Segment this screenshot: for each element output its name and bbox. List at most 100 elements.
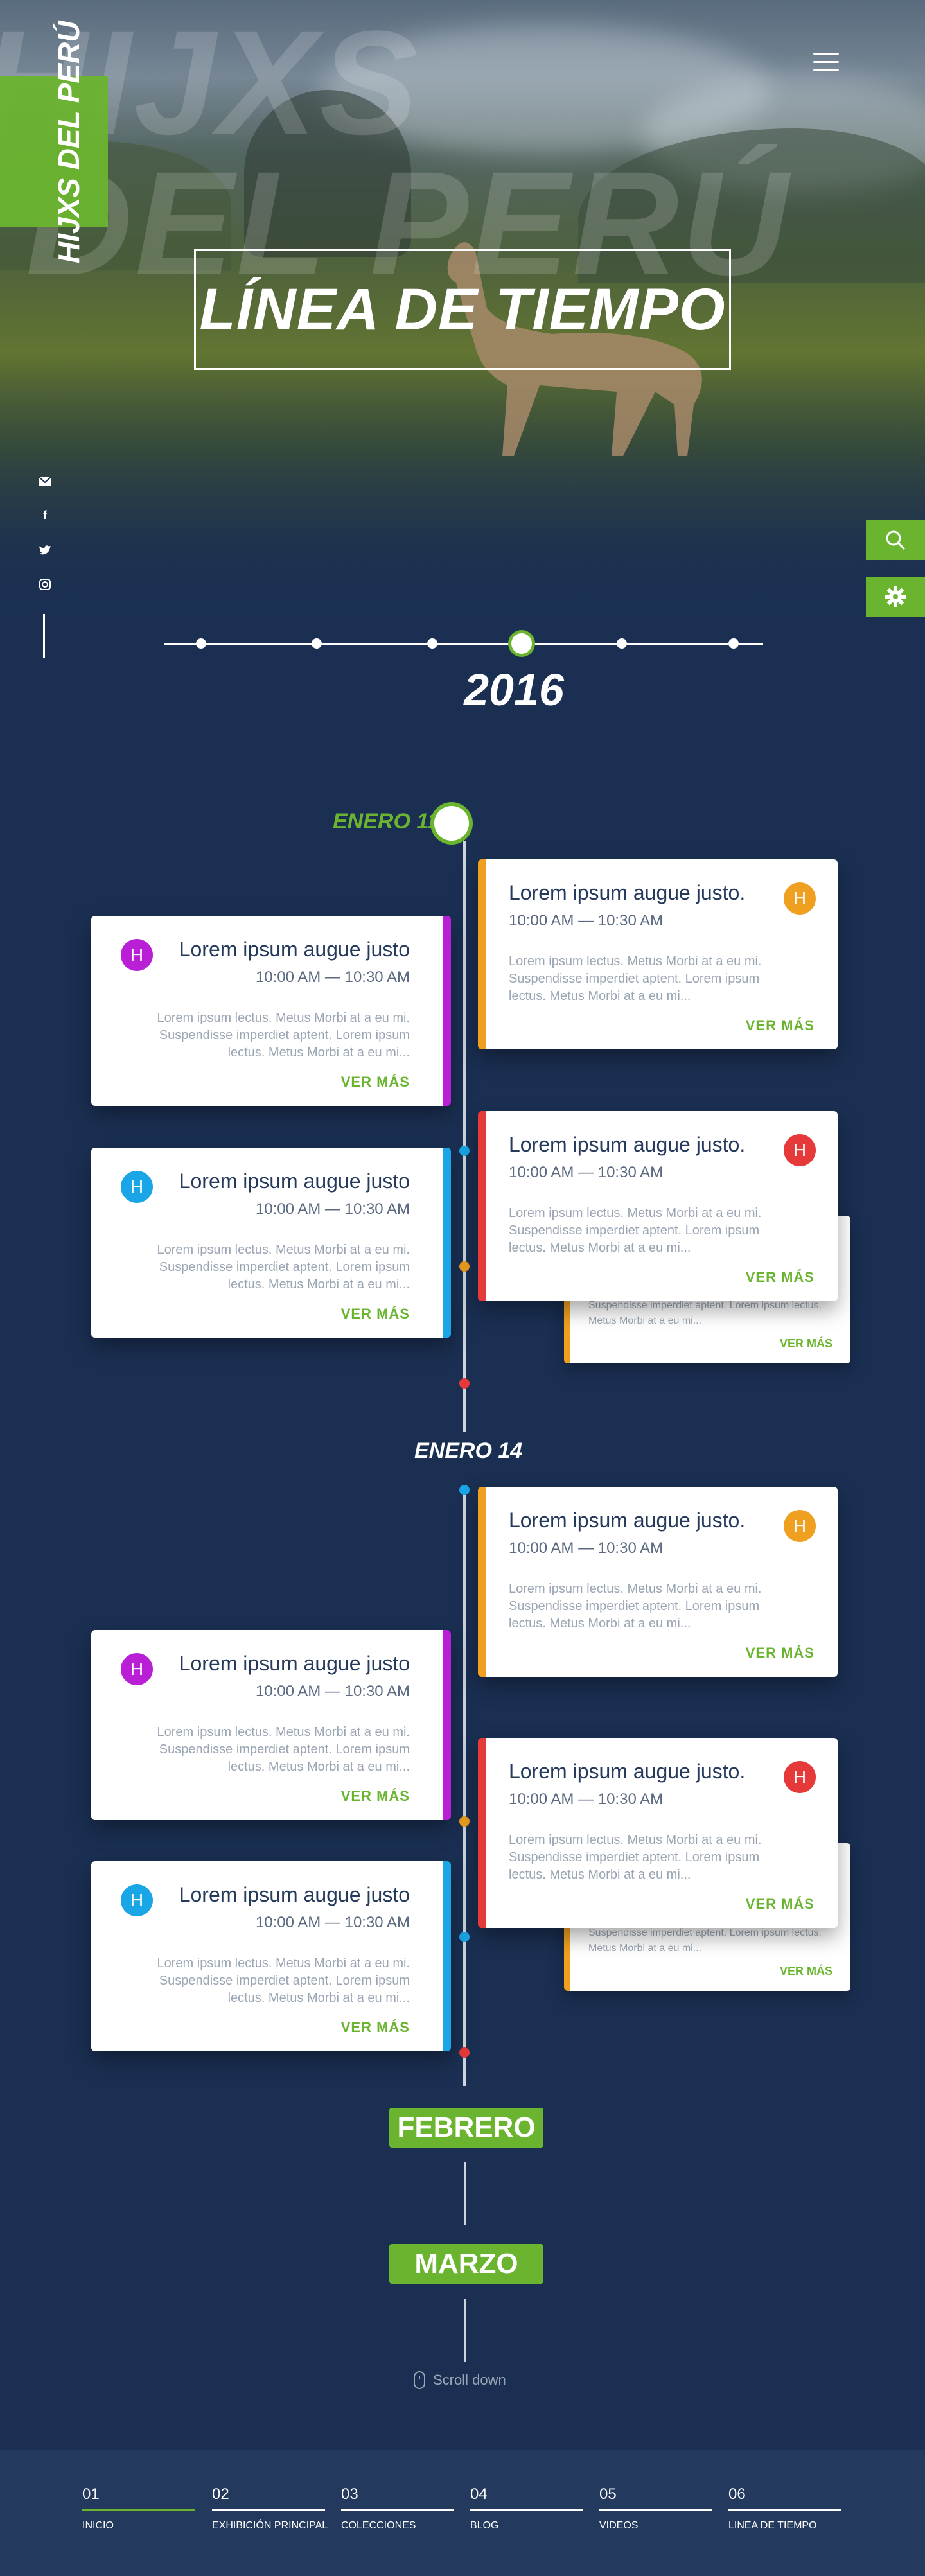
month-connector xyxy=(464,2162,466,2225)
nav-label: EXHIBICIÓN PRINCIPAL xyxy=(212,2520,328,2531)
year-slider-dot[interactable] xyxy=(728,638,739,649)
timeline-dot xyxy=(459,1261,470,1272)
event-card-title: Lorem ipsum augue justo xyxy=(179,938,410,961)
footer-nav-item-exhibicion[interactable]: 02 EXHIBICIÓN PRINCIPAL xyxy=(212,2485,328,2532)
nav-label: INICIO xyxy=(82,2520,114,2531)
ver-mas-link[interactable]: VER MÁS xyxy=(341,1306,410,1322)
month-button-febrero[interactable]: FEBRERO xyxy=(389,2108,543,2148)
event-card[interactable]: Lorem ipsum augue justo 10:00 AM — 10:30… xyxy=(91,1148,451,1338)
event-card-time: 10:00 AM — 10:30 AM xyxy=(509,912,664,929)
event-card-time: 10:00 AM — 10:30 AM xyxy=(255,1200,410,1218)
event-card[interactable]: Lorem ipsum augue justo. 10:00 AM — 10:3… xyxy=(478,859,838,1049)
year-slider-dot[interactable] xyxy=(427,638,437,649)
timeline-dot xyxy=(459,1816,470,1827)
nav-number: 05 xyxy=(599,2485,617,2503)
event-card-text: Suspendisse imperdiet aptent. Lorem ipsu… xyxy=(588,1300,822,1326)
year-slider-dot[interactable] xyxy=(196,638,206,649)
event-card-text: Lorem ipsum lectus. Metus Morbi at a eu … xyxy=(509,1582,762,1631)
ver-mas-link[interactable]: VER MÁS xyxy=(746,1269,815,1286)
event-card-text: Lorem ipsum lectus. Metus Morbi at a eu … xyxy=(157,1243,410,1292)
avatar: H xyxy=(784,1134,816,1166)
avatar: H xyxy=(784,1761,816,1793)
brand-logo[interactable]: HIJXS DEL PERÚ xyxy=(51,21,86,263)
ver-mas-link[interactable]: VER MÁS xyxy=(341,1074,410,1091)
event-card[interactable]: Lorem ipsum augue justo. 10:00 AM — 10:3… xyxy=(478,1738,838,1928)
social-divider xyxy=(43,614,45,658)
active-year: 2016 xyxy=(464,665,564,715)
event-card-text: Lorem ipsum lectus. Metus Morbi at a eu … xyxy=(509,1833,762,1882)
event-card-title: Lorem ipsum augue justo. xyxy=(509,1133,746,1156)
timeline-dot xyxy=(459,1378,470,1389)
footer-nav-item-linea-de-tiempo[interactable]: 06 LINEA DE TIEMPO xyxy=(728,2485,841,2532)
ver-mas-link[interactable]: VER MÁS xyxy=(341,2019,410,2036)
menu-icon-line xyxy=(813,69,839,71)
nav-bar-active xyxy=(82,2509,195,2511)
avatar: H xyxy=(121,1653,153,1685)
event-card[interactable]: Lorem ipsum augue justo. 10:00 AM — 10:3… xyxy=(478,1111,838,1301)
event-card-text: Suspendisse imperdiet aptent. Lorem ipsu… xyxy=(588,1927,822,1954)
year-slider-track xyxy=(164,643,763,645)
event-card-time: 10:00 AM — 10:30 AM xyxy=(255,968,410,986)
event-card-text: Lorem ipsum lectus. Metus Morbi at a eu … xyxy=(157,1956,410,2005)
ver-mas-link[interactable]: VER MÁS xyxy=(341,1788,410,1805)
menu-icon-line xyxy=(813,53,839,55)
ver-mas-link[interactable]: VER MÁS xyxy=(780,1965,833,1978)
event-card[interactable]: Lorem ipsum augue justo. 10:00 AM — 10:3… xyxy=(478,1487,838,1677)
avatar: H xyxy=(121,1171,153,1203)
event-card-title: Lorem ipsum augue justo. xyxy=(509,1760,746,1783)
year-slider-dot[interactable] xyxy=(312,638,322,649)
event-card-text: Lorem ipsum lectus. Metus Morbi at a eu … xyxy=(157,1725,410,1774)
footer-nav-item-videos[interactable]: 05 VIDEOS xyxy=(599,2485,712,2532)
gear-icon xyxy=(885,586,906,607)
event-card-time: 10:00 AM — 10:30 AM xyxy=(509,1164,664,1181)
nav-label: COLECCIONES xyxy=(341,2520,416,2531)
footer-nav-item-inicio[interactable]: 01 INICIO xyxy=(82,2485,195,2532)
nav-number: 03 xyxy=(341,2485,358,2503)
instagram-icon[interactable] xyxy=(36,575,54,593)
event-card[interactable]: Lorem ipsum augue justo 10:00 AM — 10:30… xyxy=(91,916,451,1106)
search-button[interactable] xyxy=(866,520,925,560)
event-card[interactable]: Lorem ipsum augue justo 10:00 AM — 10:30… xyxy=(91,1861,451,2051)
menu-icon-line xyxy=(813,61,839,63)
footer-nav-item-blog[interactable]: 04 BLOG xyxy=(470,2485,583,2532)
timeline-axis xyxy=(463,841,466,1432)
menu-button[interactable] xyxy=(813,53,839,74)
ver-mas-link[interactable]: VER MÁS xyxy=(746,1017,815,1034)
nav-bar xyxy=(212,2509,325,2511)
ver-mas-link[interactable]: VER MÁS xyxy=(746,1645,815,1661)
timeline-date-marker xyxy=(434,806,469,841)
settings-button[interactable] xyxy=(866,577,925,617)
timeline-dot xyxy=(459,1146,470,1156)
nav-label: BLOG xyxy=(470,2520,499,2531)
event-card-time: 10:00 AM — 10:30 AM xyxy=(509,1539,664,1557)
scroll-down-hint[interactable]: Scroll down xyxy=(414,2371,506,2389)
event-card-time: 10:00 AM — 10:30 AM xyxy=(509,1791,664,1808)
year-slider-dot-active[interactable] xyxy=(511,633,532,654)
twitter-icon[interactable] xyxy=(36,541,54,559)
event-card[interactable]: Lorem ipsum augue justo 10:00 AM — 10:30… xyxy=(91,1630,451,1820)
ver-mas-link[interactable]: VER MÁS xyxy=(780,1337,833,1351)
group-date: ENERO 11 xyxy=(333,809,439,834)
ver-mas-link[interactable]: VER MÁS xyxy=(746,1896,815,1913)
nav-bar xyxy=(728,2509,841,2511)
scroll-down-label: Scroll down xyxy=(433,2372,506,2388)
mouse-icon xyxy=(414,2371,425,2389)
nav-number: 01 xyxy=(82,2485,100,2503)
month-button-marzo[interactable]: MARZO xyxy=(389,2244,543,2284)
nav-label: LINEA DE TIEMPO xyxy=(728,2520,817,2531)
email-icon[interactable] xyxy=(36,473,54,491)
search-icon xyxy=(886,530,906,550)
nav-bar xyxy=(470,2509,583,2511)
group-date: ENERO 14 xyxy=(414,1439,523,1463)
avatar: H xyxy=(784,1510,816,1542)
facebook-icon[interactable]: f xyxy=(36,506,54,524)
avatar: H xyxy=(784,882,816,915)
page-title-frame: LÍNEA DE TIEMPO xyxy=(194,249,731,370)
footer-nav-item-colecciones[interactable]: 03 COLECCIONES xyxy=(341,2485,454,2532)
nav-number: 06 xyxy=(728,2485,746,2503)
avatar: H xyxy=(121,1884,153,1916)
nav-label: VIDEOS xyxy=(599,2520,639,2531)
timeline-dot xyxy=(459,1485,470,1495)
event-card-title: Lorem ipsum augue justo xyxy=(179,1170,410,1193)
year-slider-dot[interactable] xyxy=(617,638,627,649)
